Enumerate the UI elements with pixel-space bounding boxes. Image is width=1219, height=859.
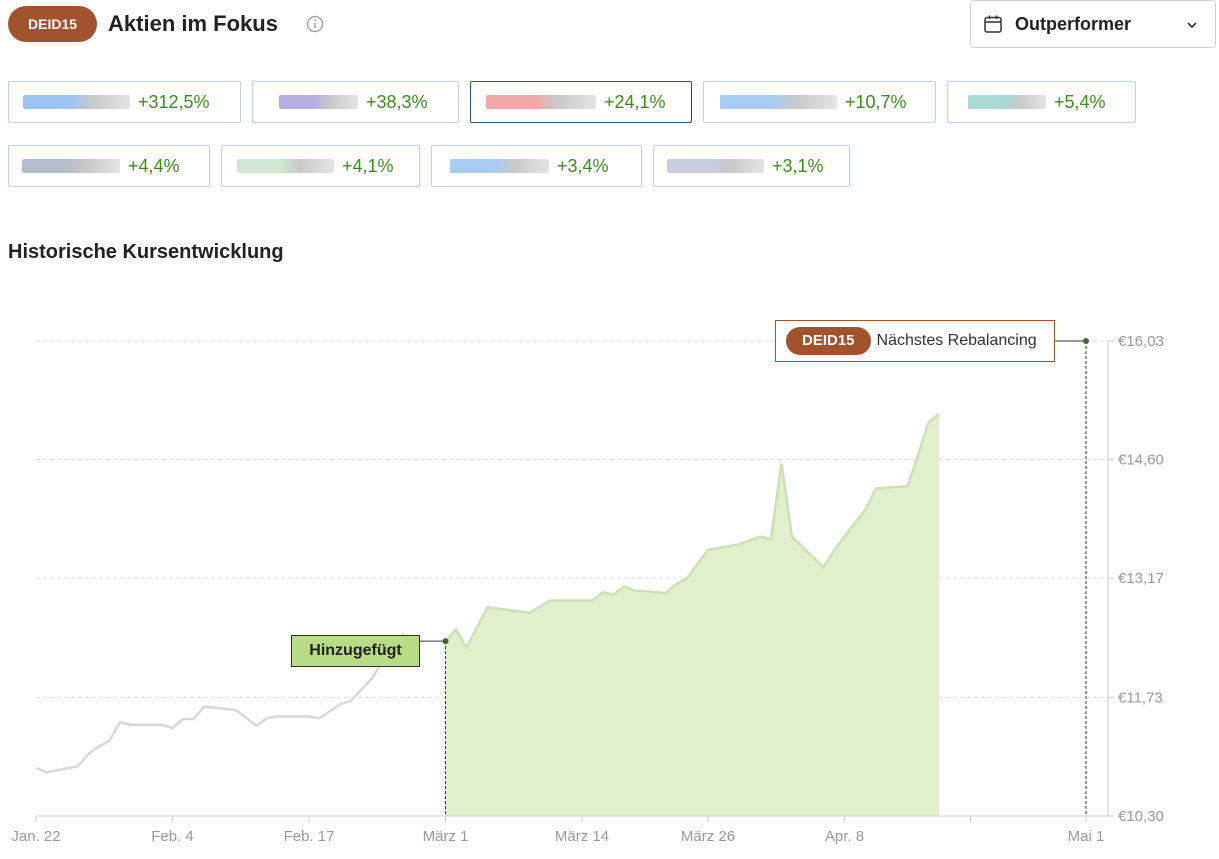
stock-logo xyxy=(23,95,130,109)
page-title: Aktien im Fokus xyxy=(108,11,278,36)
section-title: Historische Kursentwicklung xyxy=(8,241,284,263)
performer-chip-4[interactable]: +10,7% xyxy=(703,81,936,123)
y-tick-label: €11,73 xyxy=(1118,689,1163,706)
rebalancing-marker: DEID15 Nächstes Rebalancing xyxy=(775,320,1055,362)
stock-logo xyxy=(667,159,764,173)
index-badge: DEID15 xyxy=(8,6,98,42)
performance-change: +4,4% xyxy=(128,155,180,176)
stock-logo xyxy=(968,95,1046,109)
stock-logo xyxy=(22,159,120,173)
performer-chip-1[interactable]: +312,5% xyxy=(8,81,241,123)
performance-change: +312,5% xyxy=(138,91,210,112)
performance-change: +24,1% xyxy=(604,91,666,112)
y-tick-label: €14,60 xyxy=(1118,452,1164,469)
x-tick-label: Jan. 22 xyxy=(11,828,60,845)
info-icon[interactable] xyxy=(306,15,324,33)
performer-chip-8[interactable]: +3,4% xyxy=(431,145,642,187)
x-tick-label: März 26 xyxy=(681,828,735,845)
performance-change: +38,3% xyxy=(366,91,428,112)
performer-chip-2[interactable]: +38,3% xyxy=(252,81,459,123)
stock-logo xyxy=(450,159,549,173)
rebalancing-badge: DEID15 xyxy=(786,327,871,355)
performer-chip-9[interactable]: +3,1% xyxy=(653,145,850,187)
rebalancing-point xyxy=(1083,338,1089,344)
added-point xyxy=(442,638,449,645)
y-tick-label: €16,03 xyxy=(1118,333,1164,350)
y-tick-label: €10,30 xyxy=(1118,808,1164,825)
performance-filter-dropdown[interactable]: Outperformer xyxy=(970,0,1216,48)
x-tick-label: März 1 xyxy=(423,828,469,845)
performance-change: +5,4% xyxy=(1054,91,1106,112)
performance-change: +3,4% xyxy=(557,155,609,176)
performer-chip-5[interactable]: +5,4% xyxy=(947,81,1136,123)
performer-chip-6[interactable]: +4,4% xyxy=(8,145,210,187)
y-tick-label: €13,17 xyxy=(1118,570,1164,587)
stock-logo xyxy=(279,95,358,109)
performance-change: +3,1% xyxy=(772,155,824,176)
stock-logo xyxy=(486,95,596,109)
x-tick-label: Feb. 17 xyxy=(284,828,335,845)
performer-chip-3[interactable]: +24,1% xyxy=(470,81,692,123)
price-history-chart: €10,30 €11,73 €13,17 €14,60 €16,03 Jan. 22 Fe… xyxy=(11,333,1164,845)
x-tick-label: Feb. 4 xyxy=(151,828,194,845)
stock-logo xyxy=(237,159,334,173)
filter-selected-value: Outperformer xyxy=(1015,13,1132,34)
stock-logo xyxy=(720,95,837,109)
performance-change: +4,1% xyxy=(342,155,394,176)
x-tick-label: Mai 1 xyxy=(1068,828,1105,845)
series-area-after-added xyxy=(445,413,939,816)
chevron-down-icon xyxy=(1187,22,1197,29)
header: DEID15 Aktien im Fokus xyxy=(8,6,324,42)
performance-change: +10,7% xyxy=(845,91,907,112)
calendar-icon xyxy=(984,15,1002,33)
x-tick-label: März 14 xyxy=(555,828,609,845)
x-tick-label: Apr. 8 xyxy=(825,828,864,845)
performer-chip-7[interactable]: +4,1% xyxy=(221,145,420,187)
rebalancing-label: Nächstes Rebalancing xyxy=(876,332,1037,349)
added-marker-label: Hinzugefügt xyxy=(291,635,420,667)
